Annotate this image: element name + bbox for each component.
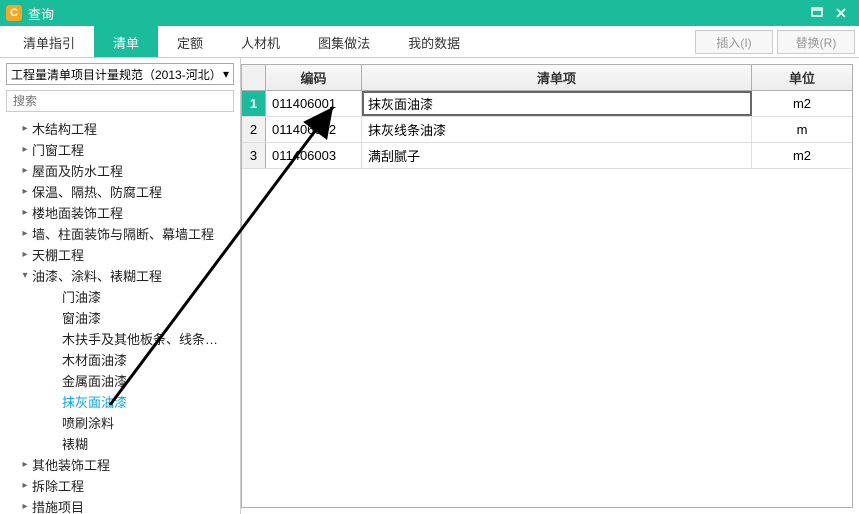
grid-body: 1011406001抹灰面油漆m22011406002抹灰线条油漆m301140…: [242, 91, 852, 507]
cell-unit: m2: [752, 91, 852, 116]
tree-item[interactable]: 门油漆: [0, 286, 240, 307]
cell-code: 011406003: [266, 143, 362, 168]
tree-item[interactable]: ▸拆除工程: [0, 475, 240, 496]
left-panel: 工程量清单项目计量规范（2013-河北） ▾ ▸木结构工程▸门窗工程▸屋面及防水…: [0, 58, 241, 514]
tree-item[interactable]: ▸措施项目: [0, 496, 240, 514]
tree-item[interactable]: ▸屋面及防水工程: [0, 160, 240, 181]
tab-4[interactable]: 图集做法: [299, 26, 389, 57]
cell-code: 011406002: [266, 117, 362, 142]
arrow-right-icon: ▸: [18, 144, 32, 155]
cell-code: 011406001: [266, 91, 362, 116]
grid-header-item: 清单项: [362, 65, 752, 90]
search-input[interactable]: [6, 90, 234, 112]
grid-header-unit: 单位: [752, 65, 852, 90]
table-row[interactable]: 3011406003满刮腻子m2: [242, 143, 852, 169]
close-button[interactable]: [829, 3, 853, 23]
tab-0[interactable]: 清单指引: [4, 26, 94, 57]
tree-item-label: 木扶手及其他板条、线条…: [62, 329, 218, 348]
category-tree[interactable]: ▸木结构工程▸门窗工程▸屋面及防水工程▸保温、隔热、防腐工程▸楼地面装饰工程▸墙…: [0, 116, 240, 514]
tree-item-label: 油漆、涂料、裱糊工程: [32, 266, 162, 285]
tree-item-label: 楼地面装饰工程: [32, 203, 123, 222]
tree-item[interactable]: ▸门窗工程: [0, 139, 240, 160]
tree-item-label: 屋面及防水工程: [32, 161, 123, 180]
tab-3[interactable]: 人材机: [222, 26, 299, 57]
tree-item[interactable]: 木扶手及其他板条、线条…: [0, 328, 240, 349]
window-title: 查询: [28, 4, 805, 23]
tree-item-label: 抹灰面油漆: [62, 392, 127, 411]
right-panel: 编码 清单项 单位 1011406001抹灰面油漆m22011406002抹灰线…: [241, 58, 859, 514]
cell-unit: m: [752, 117, 852, 142]
tree-item[interactable]: 木材面油漆: [0, 349, 240, 370]
spec-selector-value: 工程量清单项目计量规范（2013-河北）: [11, 66, 222, 83]
minimize-button[interactable]: [805, 3, 829, 23]
chevron-down-icon: ▾: [223, 67, 229, 81]
tree-item-label: 木材面油漆: [62, 350, 127, 369]
cell-num: 2: [242, 117, 266, 142]
arrow-right-icon: ▸: [18, 228, 32, 239]
arrow-right-icon: ▸: [18, 186, 32, 197]
tree-item-label: 木结构工程: [32, 119, 97, 138]
arrow-right-icon: ▸: [18, 459, 32, 470]
main-tabs: 清单指引清单定额人材机图集做法我的数据 插入(I) 替换(R): [0, 26, 859, 58]
title-bar: C 查询: [0, 0, 859, 26]
tree-item-label: 裱糊: [62, 434, 88, 453]
tree-item[interactable]: ▸墙、柱面装饰与隔断、幕墙工程: [0, 223, 240, 244]
cell-unit: m2: [752, 143, 852, 168]
spec-selector[interactable]: 工程量清单项目计量规范（2013-河北） ▾: [6, 63, 234, 85]
tree-item[interactable]: ▸天棚工程: [0, 244, 240, 265]
tree-item[interactable]: 窗油漆: [0, 307, 240, 328]
insert-button[interactable]: 插入(I): [695, 30, 773, 54]
tree-item[interactable]: ▸其他装饰工程: [0, 454, 240, 475]
tree-item-label: 措施项目: [32, 497, 84, 514]
result-grid: 编码 清单项 单位 1011406001抹灰面油漆m22011406002抹灰线…: [241, 64, 853, 508]
arrow-right-icon: ▸: [18, 165, 32, 176]
grid-header-code: 编码: [266, 65, 362, 90]
tree-item-label: 门油漆: [62, 287, 101, 306]
tree-item-label: 门窗工程: [32, 140, 84, 159]
arrow-right-icon: ▸: [18, 207, 32, 218]
grid-header-num: [242, 65, 266, 90]
tree-item-label: 天棚工程: [32, 245, 84, 264]
arrow-right-icon: ▸: [18, 123, 32, 134]
tree-item-label: 其他装饰工程: [32, 455, 110, 474]
tree-item-label: 保温、隔热、防腐工程: [32, 182, 162, 201]
tree-item[interactable]: ▸楼地面装饰工程: [0, 202, 240, 223]
replace-button[interactable]: 替换(R): [777, 30, 855, 54]
arrow-right-icon: ▸: [18, 249, 32, 260]
table-row[interactable]: 1011406001抹灰面油漆m2: [242, 91, 852, 117]
cell-item: 抹灰线条油漆: [362, 117, 752, 142]
tree-item[interactable]: 金属面油漆: [0, 370, 240, 391]
tab-2[interactable]: 定额: [158, 26, 222, 57]
tree-item[interactable]: 裱糊: [0, 433, 240, 454]
tree-item-label: 窗油漆: [62, 308, 101, 327]
cell-num: 3: [242, 143, 266, 168]
tab-1[interactable]: 清单: [94, 26, 158, 57]
table-row[interactable]: 2011406002抹灰线条油漆m: [242, 117, 852, 143]
tree-item[interactable]: ▸木结构工程: [0, 118, 240, 139]
cell-num: 1: [242, 91, 266, 116]
tree-item-label: 拆除工程: [32, 476, 84, 495]
arrow-down-icon: ▾: [18, 270, 32, 281]
tree-item[interactable]: ▾油漆、涂料、裱糊工程: [0, 265, 240, 286]
arrow-right-icon: ▸: [18, 480, 32, 491]
tree-item-label: 喷刷涂料: [62, 413, 114, 432]
tab-5[interactable]: 我的数据: [389, 26, 479, 57]
tree-item[interactable]: 喷刷涂料: [0, 412, 240, 433]
cell-item: 满刮腻子: [362, 143, 752, 168]
tree-item-label: 墙、柱面装饰与隔断、幕墙工程: [32, 224, 214, 243]
arrow-right-icon: ▸: [18, 501, 32, 512]
app-logo: C: [6, 5, 22, 21]
tree-item[interactable]: 抹灰面油漆: [0, 391, 240, 412]
tree-item[interactable]: ▸保温、隔热、防腐工程: [0, 181, 240, 202]
tree-item-label: 金属面油漆: [62, 371, 127, 390]
cell-item: 抹灰面油漆: [362, 91, 752, 116]
grid-header: 编码 清单项 单位: [242, 65, 852, 91]
